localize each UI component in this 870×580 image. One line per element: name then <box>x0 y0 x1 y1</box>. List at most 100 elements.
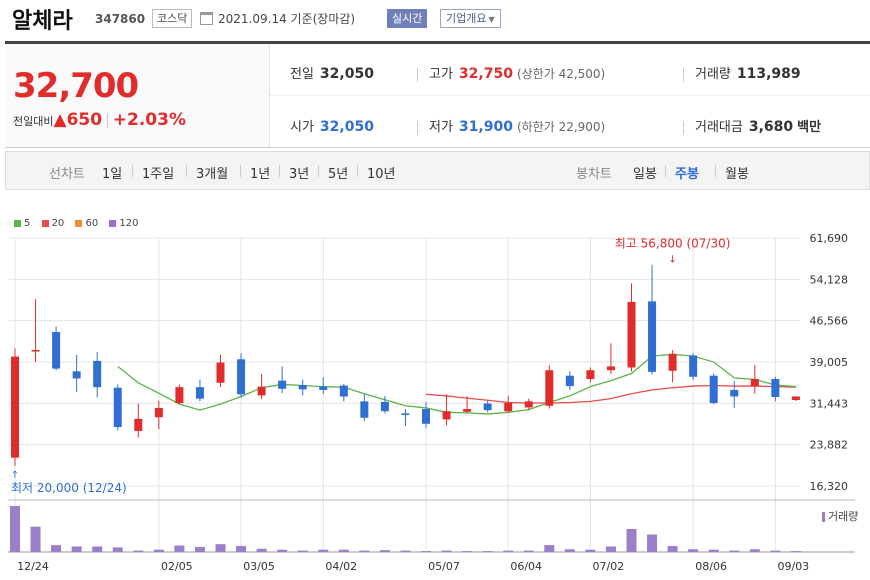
legend-ma120: 120 <box>109 218 139 229</box>
legend-ma5-label: 5 <box>24 218 31 229</box>
candle-up <box>524 401 533 408</box>
stock-name: 알체라 <box>12 9 73 34</box>
x-tick-label: 07/02 <box>593 560 625 573</box>
volume-bar <box>338 549 349 552</box>
candle-down <box>709 375 718 404</box>
candle-up <box>11 356 19 458</box>
y-tick-label: 23,882 <box>810 439 849 452</box>
candle-down <box>319 386 328 390</box>
volume-bar <box>667 546 678 552</box>
change-percent: +2.03% <box>112 110 187 130</box>
high-annotation: 최고 56,800 (07/30) <box>615 237 731 251</box>
candle-down <box>483 403 492 411</box>
x-tick-label: 08/06 <box>695 560 727 573</box>
volume-bar <box>441 550 452 552</box>
candle-up <box>463 409 472 412</box>
company-overview-button[interactable]: 기업개요 ▼ <box>440 9 501 28</box>
candle-up <box>175 387 184 404</box>
candle-weekly[interactable]: 주봉 <box>675 163 699 182</box>
candle-down <box>730 389 739 397</box>
divider <box>279 165 280 177</box>
candle-down <box>422 409 430 424</box>
period-5y[interactable]: 5년 <box>328 163 348 182</box>
volume-bar <box>564 549 575 552</box>
volume-bar <box>708 549 719 552</box>
low-price: 저가 31,900 (하한가 22,900) <box>429 116 605 135</box>
candle-down <box>298 384 307 390</box>
period-3m[interactable]: 3개월 <box>196 163 228 182</box>
candle-up <box>442 411 451 420</box>
volume-bar <box>277 549 288 552</box>
candle-down <box>380 401 389 412</box>
legend-swatch <box>109 219 117 227</box>
candle-up <box>154 407 163 418</box>
legend-swatch <box>41 219 49 227</box>
candle-up <box>791 396 800 401</box>
volume-bar <box>359 550 370 552</box>
ma20-line <box>425 384 796 404</box>
volume-bar <box>153 549 164 552</box>
period-bar: 선차트 1일 1주일 3개월 1년 3년 5년 10년 봉차트 일봉 주봉 월봉 <box>5 151 870 190</box>
y-tick-label: 39,005 <box>810 356 849 369</box>
volume-bar <box>729 550 740 552</box>
change-line: 전일대비▲650 | +2.03% <box>13 110 186 130</box>
upper-limit: (상한가 42,500) <box>516 67 606 81</box>
current-price-panel: 32,700 전일대비▲650 | +2.03% <box>5 44 270 147</box>
candle-down <box>339 385 348 397</box>
candle-down <box>72 371 81 379</box>
caret-down-icon: ▼ <box>488 15 495 24</box>
volume-bar <box>71 546 82 552</box>
candle-up <box>216 362 225 383</box>
candle-down <box>113 387 122 428</box>
high-value: 32,750 <box>458 66 513 82</box>
candle-up <box>668 353 677 371</box>
volume-bar <box>503 550 514 552</box>
period-1d[interactable]: 1일 <box>102 163 122 182</box>
stock-header: 알체라 347860 코스닥 2021.09.14 기준(장마감) 실시간 기업… <box>0 0 870 40</box>
x-tick-label: 02/05 <box>161 560 193 573</box>
divider <box>665 165 666 177</box>
volume-bar <box>194 546 205 552</box>
y-tick-label: 46,566 <box>810 315 849 328</box>
candle-monthly[interactable]: 월봉 <box>725 163 749 182</box>
realtime-button[interactable]: 실시간 <box>387 9 428 28</box>
volume-bar <box>174 545 185 552</box>
candle-down <box>689 355 698 377</box>
divider <box>270 95 870 96</box>
candle-up <box>504 403 513 412</box>
volume-bar <box>462 551 473 552</box>
x-tick-label: 09/03 <box>777 560 809 573</box>
y-tick-label: 61,690 <box>810 232 849 245</box>
line-chart-label: 선차트 <box>49 167 85 182</box>
divider <box>318 165 319 177</box>
down-arrow-icon: ↓ <box>668 255 676 266</box>
divider <box>417 68 418 82</box>
prev-close-value: 32,050 <box>319 66 374 82</box>
volume-bar <box>379 550 390 552</box>
open-price: 시가 32,050 <box>290 116 374 135</box>
lower-limit: (하한가 22,900) <box>516 120 606 134</box>
legend-swatch <box>75 219 83 227</box>
period-1w[interactable]: 1주일 <box>142 163 174 182</box>
volume-bar <box>749 549 760 552</box>
volume-bar <box>133 550 144 552</box>
volume-bar <box>626 529 637 552</box>
divider <box>683 121 684 135</box>
candle-up <box>606 366 615 371</box>
period-10y[interactable]: 10년 <box>367 163 396 182</box>
volume-bar <box>647 534 658 552</box>
y-tick-label: 16,320 <box>810 480 849 493</box>
change-value: 650 <box>66 110 103 130</box>
divider <box>186 165 187 177</box>
divider: | <box>105 113 110 129</box>
y-tick-label: 54,128 <box>810 273 849 286</box>
volume-bar <box>585 549 596 552</box>
y-tick-label: 31,443 <box>810 397 849 410</box>
candle-daily[interactable]: 일봉 <box>633 163 657 182</box>
calendar-icon <box>200 12 213 25</box>
divider <box>357 165 358 177</box>
low-label: 저가 <box>429 120 453 135</box>
period-3y[interactable]: 3년 <box>289 163 309 182</box>
amount-value: 3,680 <box>748 119 794 135</box>
period-1y[interactable]: 1년 <box>250 163 270 182</box>
